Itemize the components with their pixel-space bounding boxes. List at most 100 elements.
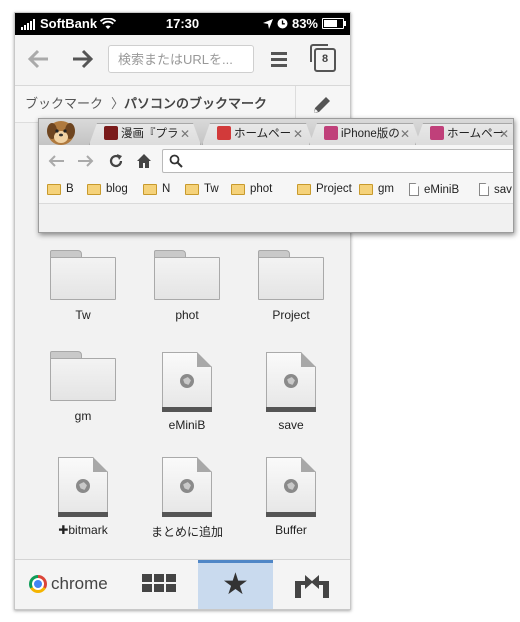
- bookmark-label: save: [278, 418, 304, 432]
- tab-title: 漫画『プラ: [121, 128, 179, 140]
- bookmark-label: まとめに追加: [150, 525, 223, 539]
- close-tab-icon[interactable]: ✕: [180, 124, 190, 145]
- bookmark-item[interactable]: save: [241, 352, 341, 432]
- folder-icon: [143, 183, 157, 195]
- battery-percent: 83%: [291, 16, 318, 31]
- back-arrow-icon[interactable]: [27, 49, 49, 69]
- folder-icon: [47, 183, 61, 195]
- bookmark-label: Tw: [75, 308, 91, 322]
- bookmark-label: ✚bitmark: [58, 523, 108, 537]
- tab-favicon-icon: [217, 126, 231, 140]
- forward-arrow-icon[interactable]: [72, 49, 94, 69]
- profile-avatar-icon[interactable]: [43, 119, 79, 146]
- desktop-chrome-window: 漫画『プラ ✕ ホームペー ✕ iPhone版の ✕ ホームペー ✕ Bblog N Tw phot…: [38, 118, 514, 233]
- bookmark-item[interactable]: ✚bitmark: [33, 457, 133, 537]
- bookmarks-star-tab[interactable]: ★: [198, 560, 273, 609]
- most-visited-grid-icon[interactable]: [142, 574, 176, 592]
- bookmark-bar-label: phot: [250, 183, 273, 195]
- bookmark-bar-folder[interactable]: phot: [231, 183, 272, 195]
- bookmark-bar-folder[interactable]: gm: [359, 183, 394, 195]
- breadcrumb-current: パソコンのブックマーク: [124, 96, 268, 111]
- folder-icon: [297, 183, 311, 195]
- close-tab-icon[interactable]: ✕: [499, 124, 509, 145]
- search-icon: [169, 154, 183, 168]
- mobile-toolbar: 検索またはURLを... 8: [15, 35, 350, 86]
- bookmark-bar-folder[interactable]: Tw: [185, 183, 219, 195]
- folder-icon: [258, 250, 324, 300]
- star-icon: ★: [222, 568, 249, 601]
- desktop-tab[interactable]: 漫画『プラ ✕: [89, 123, 201, 145]
- phone-screen: SoftBank 17:30 83% 検索またはURLを... 8 ブックマーク…: [14, 12, 351, 610]
- bookmark-bar-label: sav: [494, 183, 512, 196]
- menu-icon[interactable]: [271, 51, 287, 67]
- bookmark-bar-label: eMiniB: [424, 183, 460, 196]
- bookmark-bar-label: gm: [378, 183, 394, 195]
- bookmark-bar-label: blog: [106, 183, 128, 195]
- breadcrumb-root[interactable]: ブックマーク: [25, 86, 103, 122]
- page-icon: [409, 183, 419, 196]
- bookmark-bar-label: Project: [316, 183, 352, 195]
- bookmark-folder[interactable]: gm: [33, 351, 133, 423]
- chrome-logo-icon: [29, 575, 47, 593]
- bookmark-item[interactable]: まとめに追加: [137, 457, 237, 540]
- bookmark-bar-folder[interactable]: B: [47, 183, 74, 195]
- chrome-label: chrome: [51, 574, 108, 593]
- bookmark-label: gm: [74, 409, 92, 423]
- alarm-icon: [277, 18, 288, 29]
- chrome-home-button[interactable]: chrome: [29, 574, 108, 594]
- desktop-bookmarks-bar: Bblog N Tw phot Project gm eMiniB sav: [39, 179, 513, 204]
- folder-icon: [50, 351, 116, 401]
- folder-icon: [87, 183, 101, 195]
- edit-pencil-icon[interactable]: [311, 94, 333, 116]
- tab-switcher-button[interactable]: 8: [310, 44, 336, 72]
- folder-icon: [231, 183, 245, 195]
- tab-title: ホームペー: [234, 128, 292, 140]
- bookmark-label: Buffer: [275, 523, 307, 537]
- bookmark-bar-label: B: [66, 183, 74, 195]
- bookmark-item[interactable]: Buffer: [241, 457, 341, 537]
- tab-favicon-icon: [104, 126, 118, 140]
- desktop-tab[interactable]: ホームペー ✕: [202, 123, 314, 145]
- breadcrumb-separator: 〉: [111, 96, 125, 111]
- desktop-tab-strip: 漫画『プラ ✕ ホームペー ✕ iPhone版の ✕ ホームペー ✕: [39, 119, 513, 145]
- web-page-icon: [266, 352, 316, 412]
- home-icon[interactable]: [136, 153, 152, 169]
- folder-icon: [154, 250, 220, 300]
- folder-icon: [185, 183, 199, 195]
- desktop-tab[interactable]: ホームペー ✕: [415, 123, 514, 145]
- desktop-tab[interactable]: iPhone版の ✕: [309, 123, 421, 145]
- other-devices-icon[interactable]: [293, 571, 331, 599]
- bookmark-folder[interactable]: phot: [137, 250, 237, 322]
- page-icon: [479, 183, 489, 196]
- bookmark-item[interactable]: eMiniB: [137, 352, 237, 432]
- tab-title: ホームペー: [447, 128, 505, 140]
- bookmark-bar-folder[interactable]: N: [143, 183, 170, 195]
- desktop-content-area: [39, 204, 513, 232]
- omnibox-input[interactable]: 検索またはURLを...: [108, 45, 254, 73]
- close-tab-icon[interactable]: ✕: [400, 124, 410, 145]
- location-icon: [262, 18, 273, 29]
- bookmark-bar-item[interactable]: sav: [479, 183, 512, 196]
- tab-favicon-icon: [324, 126, 338, 140]
- tab-title: iPhone版の: [341, 128, 400, 140]
- back-arrow-icon[interactable]: [47, 154, 65, 168]
- bookmark-label: eMiniB: [168, 418, 206, 432]
- bookmark-bar-folder[interactable]: blog: [87, 183, 128, 195]
- web-page-icon: [162, 352, 212, 412]
- status-bar: SoftBank 17:30 83%: [15, 13, 350, 35]
- bottom-bar: chrome ★: [15, 559, 350, 609]
- web-page-icon: [58, 457, 108, 517]
- bookmark-folder[interactable]: Tw: [33, 250, 133, 322]
- battery-icon: [322, 18, 346, 29]
- bookmark-label: phot: [175, 308, 199, 322]
- tab-favicon-icon: [430, 126, 444, 140]
- bookmark-bar-folder[interactable]: Project: [297, 183, 352, 195]
- bookmark-label: Project: [272, 308, 310, 322]
- bookmark-bar-item[interactable]: eMiniB: [409, 183, 459, 196]
- reload-icon[interactable]: [108, 153, 124, 169]
- forward-arrow-icon[interactable]: [77, 154, 95, 168]
- close-tab-icon[interactable]: ✕: [293, 124, 303, 145]
- bookmark-bar-label: Tw: [204, 183, 219, 195]
- desktop-omnibox-input[interactable]: [162, 149, 513, 173]
- bookmark-folder[interactable]: Project: [241, 250, 341, 322]
